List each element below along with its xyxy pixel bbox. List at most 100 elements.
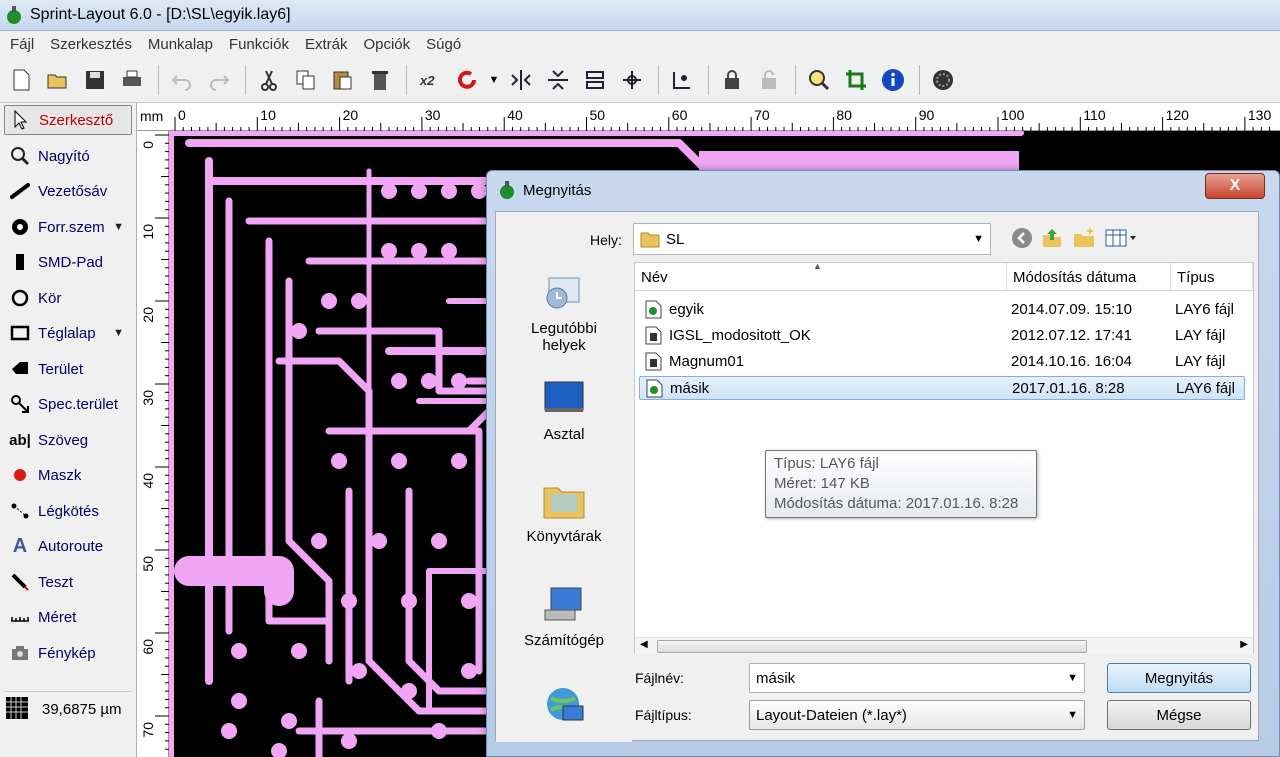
tool-mask[interactable]: Maszk bbox=[4, 460, 132, 490]
ruler-label: 110 bbox=[1083, 107, 1106, 123]
close-button[interactable]: X bbox=[1205, 173, 1265, 199]
tool-smd-pad[interactable]: SMD-Pad bbox=[4, 247, 132, 277]
menu-functions[interactable]: Funkciók bbox=[221, 36, 297, 53]
ruler-label: 70 bbox=[140, 722, 156, 738]
menu-file[interactable]: Fájl bbox=[2, 36, 42, 53]
chevron-down-icon[interactable]: ▼ bbox=[113, 327, 124, 339]
tool-autoroute[interactable]: A Autoroute bbox=[4, 531, 132, 561]
save-icon[interactable] bbox=[78, 63, 112, 97]
back-icon[interactable] bbox=[1010, 226, 1034, 250]
crop-icon[interactable] bbox=[839, 63, 873, 97]
zoom-icon[interactable] bbox=[802, 63, 836, 97]
scroll-left-icon[interactable]: ◀ bbox=[640, 639, 648, 650]
tool-photo[interactable]: Fénykép bbox=[4, 638, 132, 668]
horizontal-scrollbar[interactable]: ◀ ▶ bbox=[635, 637, 1253, 654]
scrollbar-thumb[interactable] bbox=[657, 640, 1087, 653]
file-row[interactable]: Magnum01 2014.10.16. 16:04 LAY fájl bbox=[639, 350, 1245, 374]
ruler-label: 90 bbox=[919, 107, 935, 123]
paste-icon[interactable] bbox=[326, 63, 360, 97]
column-name[interactable]: Név ▲ bbox=[635, 261, 1007, 291]
undo-icon[interactable] bbox=[165, 63, 199, 97]
file-row[interactable]: IGSL_modositott_OK 2012.07.12. 17:41 LAY… bbox=[639, 324, 1245, 348]
tool-airwire[interactable]: Légkötés bbox=[4, 496, 132, 526]
redo-icon[interactable] bbox=[202, 63, 236, 97]
mirror-v-icon[interactable] bbox=[541, 63, 575, 97]
lay6-file-icon bbox=[645, 300, 662, 319]
tool-test[interactable]: Teszt bbox=[4, 567, 132, 597]
tool-rectangle[interactable]: Téglalap ▼ bbox=[4, 318, 132, 348]
place-recent[interactable]: Legutóbbi helyek bbox=[496, 272, 632, 354]
scroll-right-icon[interactable]: ▶ bbox=[1240, 639, 1248, 650]
tool-measure-label: Méret bbox=[38, 608, 77, 626]
menu-extras[interactable]: Extrák bbox=[297, 36, 356, 53]
group-icon[interactable] bbox=[615, 63, 649, 97]
column-date[interactable]: Módosítás dátuma bbox=[1007, 263, 1171, 291]
file-row-selected[interactable]: másik 2017.01.16. 8:28 LAY6 fájl bbox=[639, 376, 1245, 400]
tool-editor-label: Szerkesztő bbox=[39, 111, 114, 129]
menu-options[interactable]: Opciók bbox=[355, 36, 418, 53]
up-folder-icon[interactable] bbox=[1040, 226, 1064, 250]
open-icon[interactable] bbox=[41, 63, 75, 97]
view-menu-icon[interactable] bbox=[1104, 226, 1138, 250]
cut-icon[interactable] bbox=[252, 63, 286, 97]
chevron-down-icon[interactable]: ▼ bbox=[1067, 709, 1078, 721]
copy-icon[interactable] bbox=[289, 63, 323, 97]
place-network[interactable] bbox=[496, 684, 632, 732]
vertical-ruler-ticks: 0 10 20 30 40 50 60 70 bbox=[140, 134, 169, 750]
print-icon[interactable] bbox=[115, 63, 149, 97]
rotate-icon[interactable] bbox=[450, 63, 484, 97]
tool-zoom[interactable]: Nagyító bbox=[4, 141, 132, 171]
chevron-down-icon[interactable]: ▼ bbox=[973, 233, 984, 245]
window-title: Sprint-Layout 6.0 - [D:\SL\egyik.lay6] bbox=[30, 6, 291, 23]
component-icon[interactable] bbox=[926, 63, 960, 97]
file-row[interactable]: egyik 2014.07.09. 15:10 LAY6 fájl bbox=[639, 298, 1245, 322]
mirror-h-icon[interactable] bbox=[504, 63, 538, 97]
area-icon bbox=[8, 358, 32, 380]
lock-icon[interactable] bbox=[715, 63, 749, 97]
filetype-select[interactable]: Layout-Dateien (*.lay*) ▼ bbox=[749, 700, 1085, 730]
menu-worksheet[interactable]: Munkalap bbox=[140, 36, 221, 53]
tool-measure[interactable]: Méret bbox=[4, 602, 132, 632]
place-computer[interactable]: Számítógép bbox=[496, 584, 632, 649]
file-list-header: Név ▲ Módosítás dátuma Típus bbox=[635, 261, 1253, 291]
cancel-button[interactable]: Mégse bbox=[1107, 700, 1251, 730]
grid-value: 39,6875 µm bbox=[42, 701, 122, 718]
menu-help[interactable]: Súgó bbox=[418, 36, 469, 53]
tool-pad[interactable]: Forr.szem ▼ bbox=[4, 212, 132, 242]
tool-special-area[interactable]: Spec.terület bbox=[4, 389, 132, 419]
place-desktop[interactable]: Asztal bbox=[496, 378, 632, 443]
tool-text[interactable]: ab| Szöveg bbox=[4, 425, 132, 455]
unlock-icon[interactable] bbox=[752, 63, 786, 97]
filename-input[interactable]: másik ▼ bbox=[749, 663, 1085, 693]
menu-bar: Fájl Szerkesztés Munkalap Funkciók Extrá… bbox=[0, 31, 1280, 57]
rotate-dropdown-icon[interactable]: ▼ bbox=[487, 63, 501, 97]
new-folder-icon[interactable] bbox=[1072, 226, 1096, 250]
tool-area[interactable]: Terület bbox=[4, 354, 132, 384]
column-type[interactable]: Típus bbox=[1171, 263, 1253, 291]
filename-value: másik bbox=[756, 669, 796, 687]
horizontal-ruler-ticks: 0 10 20 30 40 50 60 70 80 90 100 110 120 130 bbox=[174, 107, 1271, 131]
delete-icon[interactable] bbox=[363, 63, 397, 97]
ungroup-icon[interactable] bbox=[665, 63, 699, 97]
place-libraries[interactable]: Könyvtárak bbox=[496, 480, 632, 545]
menu-edit[interactable]: Szerkesztés bbox=[42, 36, 140, 53]
new-icon[interactable] bbox=[4, 63, 38, 97]
chevron-down-icon[interactable]: ▼ bbox=[1067, 672, 1078, 684]
tool-circle[interactable]: Kör bbox=[4, 283, 132, 313]
file-name: egyik bbox=[669, 301, 705, 318]
tool-smd-pad-label: SMD-Pad bbox=[38, 253, 104, 271]
grid-readout[interactable]: 39,6875 µm bbox=[4, 691, 132, 727]
toolbar-separator bbox=[708, 64, 709, 95]
tool-editor[interactable]: Szerkesztő bbox=[4, 105, 132, 135]
duplicate-x2-icon[interactable]: x2 bbox=[413, 63, 447, 97]
location-label: Hely: bbox=[590, 232, 622, 248]
ruler-label: 100 bbox=[1001, 107, 1025, 123]
align-icon[interactable] bbox=[578, 63, 612, 97]
track-icon bbox=[8, 180, 32, 202]
app-icon bbox=[500, 181, 514, 199]
location-combo[interactable]: SL ▼ bbox=[633, 223, 991, 255]
open-button[interactable]: Megnyitás bbox=[1107, 663, 1251, 693]
tool-track[interactable]: Vezetősáv bbox=[4, 176, 132, 206]
info-icon[interactable] bbox=[876, 63, 910, 97]
chevron-down-icon[interactable]: ▼ bbox=[113, 221, 124, 233]
